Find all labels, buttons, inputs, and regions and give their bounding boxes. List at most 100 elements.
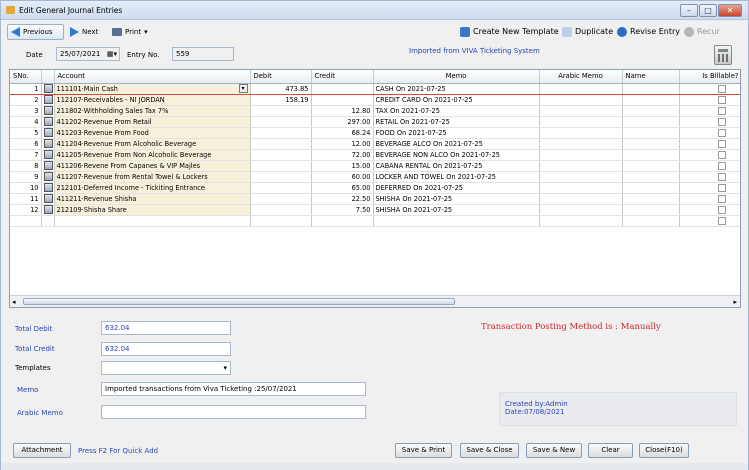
table-row[interactable]: 7 411205·Revenue From Non Alcoholic Bever… — [10, 149, 740, 161]
cell-billable[interactable] — [679, 160, 740, 172]
recur-button[interactable]: Recur — [681, 24, 723, 40]
table-row[interactable]: 10 212101·Deferred Income - Tickiting Ent… — [10, 182, 740, 194]
cell-arabic[interactable] — [539, 94, 623, 106]
cell-sno[interactable]: 12 — [10, 204, 42, 216]
cell-debit[interactable] — [250, 116, 312, 128]
arabic-memo-field[interactable] — [101, 405, 366, 419]
cell-credit[interactable]: 22.50 — [311, 193, 374, 205]
grid-row-icon[interactable] — [43, 117, 53, 126]
cell-icon[interactable] — [41, 127, 55, 139]
cell-name[interactable] — [622, 182, 680, 194]
billable-checkbox[interactable] — [717, 183, 726, 192]
cell-name[interactable] — [622, 149, 680, 161]
cell-billable[interactable] — [679, 105, 740, 117]
cell-arabic[interactable] — [539, 171, 623, 183]
cell-sno[interactable]: 9 — [10, 171, 42, 183]
print-dropdown-icon[interactable]: ▾ — [144, 24, 148, 40]
table-row[interactable]: 12 212109·Shisha Share 7.50 SHISHA On 2021-… — [10, 204, 740, 216]
billable-checkbox[interactable] — [717, 95, 726, 104]
table-row[interactable]: 4 411202·Revenue From Retail 297.00 RETAIL … — [10, 116, 740, 128]
cell-icon[interactable] — [41, 171, 55, 183]
grid-row-icon[interactable] — [43, 84, 53, 93]
cell-billable[interactable] — [679, 116, 740, 128]
billable-checkbox[interactable] — [717, 150, 726, 159]
cell-debit[interactable] — [250, 215, 312, 227]
create-template-button[interactable]: Create New Template — [457, 24, 562, 40]
cell-arabic[interactable] — [539, 204, 623, 216]
cell-sno[interactable]: 7 — [10, 149, 42, 161]
cell-name[interactable] — [622, 215, 680, 227]
cell-debit[interactable]: 158.19 — [250, 94, 312, 106]
cell-billable[interactable] — [679, 94, 740, 106]
col-debit[interactable]: Debit — [250, 70, 312, 84]
cell-credit[interactable]: 297.00 — [311, 116, 374, 128]
table-row[interactable]: 3 211802·Withholding Sales Tax 7% 12.80 TAX… — [10, 105, 740, 117]
grid-row-icon[interactable] — [43, 183, 53, 192]
billable-checkbox[interactable] — [717, 128, 726, 137]
billable-checkbox[interactable] — [717, 172, 726, 181]
cell-sno[interactable]: 6 — [10, 138, 42, 150]
billable-checkbox[interactable] — [717, 161, 726, 170]
cell-debit[interactable] — [250, 138, 312, 150]
next-button[interactable]: Next — [67, 24, 101, 40]
cell-account[interactable]: 411203·Revenue From Food — [54, 127, 251, 139]
col-arabic-memo[interactable]: Arabic Memo — [539, 70, 623, 84]
cell-memo[interactable] — [373, 215, 540, 227]
cell-sno[interactable]: 11 — [10, 193, 42, 205]
cell-account[interactable]: 411202·Revenue From Retail — [54, 116, 251, 128]
cell-credit[interactable]: 68.24 — [311, 127, 374, 139]
cell-arabic[interactable] — [539, 182, 623, 194]
cell-account[interactable] — [54, 215, 251, 227]
cell-memo[interactable]: CABANA RENTAL On 2021-07-25 — [373, 160, 540, 172]
cell-debit[interactable] — [250, 204, 312, 216]
cell-icon[interactable] — [41, 193, 55, 205]
cell-debit[interactable] — [250, 105, 312, 117]
save-new-button[interactable]: Save & New — [526, 443, 582, 458]
cell-name[interactable] — [622, 193, 680, 205]
scroll-right-icon[interactable]: ▸ — [733, 298, 737, 306]
cell-debit[interactable] — [250, 171, 312, 183]
col-memo[interactable]: Memo — [373, 70, 540, 84]
grid-row-icon[interactable] — [43, 95, 53, 104]
cell-account[interactable]: 212101·Deferred Income - Tickiting Entra… — [54, 182, 251, 194]
cell-name[interactable] — [622, 105, 680, 117]
cell-billable[interactable] — [679, 182, 740, 194]
col-account[interactable]: Account — [54, 70, 251, 84]
cell-arabic[interactable] — [539, 138, 623, 150]
cell-name[interactable] — [622, 82, 680, 95]
table-row[interactable]: 6 411204·Revenue From Alcoholic Beverage 1… — [10, 138, 740, 150]
grid-row-icon[interactable] — [43, 150, 53, 159]
billable-checkbox[interactable] — [717, 139, 726, 148]
cell-sno[interactable]: 10 — [10, 182, 42, 194]
cell-account[interactable]: 411204·Revenue From Alcoholic Beverage — [54, 138, 251, 150]
cell-name[interactable] — [622, 171, 680, 183]
grid-row-icon[interactable] — [43, 205, 53, 214]
cell-credit[interactable] — [311, 82, 374, 95]
cell-debit[interactable]: 473.85 — [250, 82, 312, 95]
cell-credit[interactable] — [311, 215, 374, 227]
cell-memo[interactable]: SHISHA On 2021-07-25 — [373, 204, 540, 216]
cell-memo[interactable]: RETAIL On 2021-07-25 — [373, 116, 540, 128]
cell-memo[interactable]: CREDIT CARD On 2021-07-25 — [373, 94, 540, 106]
cell-credit[interactable] — [311, 94, 374, 106]
cell-icon[interactable] — [41, 204, 55, 216]
templates-dropdown[interactable]: ▾ — [101, 361, 231, 375]
calculator-icon[interactable] — [714, 45, 732, 65]
cell-billable[interactable] — [679, 215, 740, 227]
cell-memo[interactable]: SHISHA On 2021-07-25 — [373, 193, 540, 205]
table-row[interactable] — [10, 215, 740, 227]
cell-name[interactable] — [622, 127, 680, 139]
scroll-left-icon[interactable]: ◂ — [12, 298, 16, 306]
grid-row-icon[interactable] — [43, 161, 53, 170]
cell-debit[interactable] — [250, 127, 312, 139]
save-print-button[interactable]: Save & Print — [395, 443, 452, 458]
cell-name[interactable] — [622, 204, 680, 216]
cell-sno[interactable]: 8 — [10, 160, 42, 172]
entry-no-field[interactable]: 559 — [172, 47, 234, 61]
cell-icon[interactable] — [41, 105, 55, 117]
cell-account[interactable]: 212109·Shisha Share — [54, 204, 251, 216]
col-billable[interactable]: Is Billable? — [679, 70, 740, 84]
cell-arabic[interactable] — [539, 127, 623, 139]
memo-field[interactable]: Imported transactions from Viva Ticketin… — [101, 382, 366, 396]
cell-debit[interactable] — [250, 160, 312, 172]
